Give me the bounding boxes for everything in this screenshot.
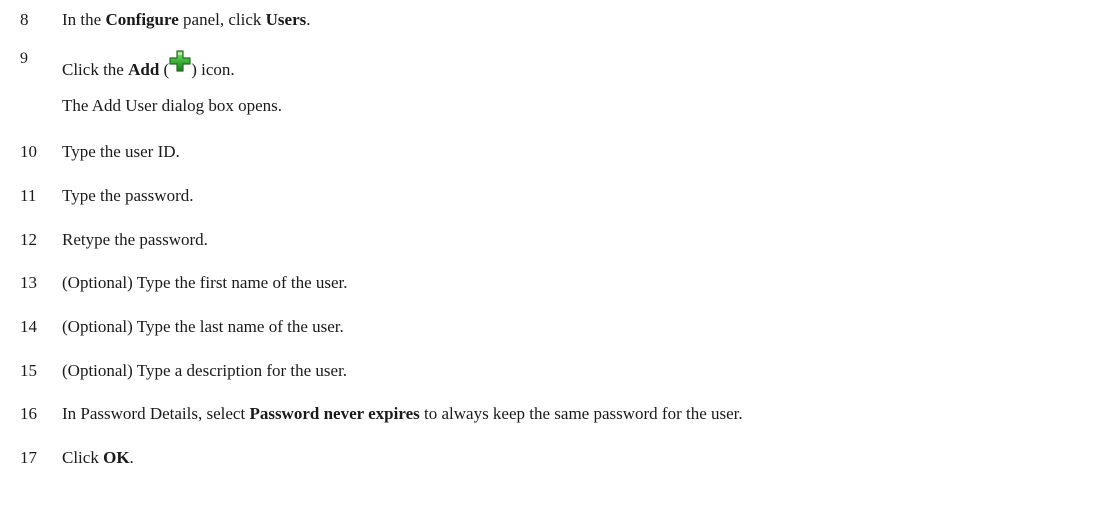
- text-segment: In the: [62, 10, 106, 29]
- step-13: 13 (Optional) Type the first name of the…: [0, 271, 1118, 295]
- text-segment: In Password Details, select: [62, 404, 250, 423]
- step-number: 8: [20, 10, 29, 29]
- step-number: 10: [20, 142, 37, 161]
- step-number: 14: [20, 317, 37, 336]
- add-plus-icon: [169, 50, 191, 72]
- step-number: 9: [20, 50, 28, 67]
- step-16: 16 In Password Details, select Password …: [0, 402, 1118, 426]
- ui-term-add: Add: [128, 60, 160, 79]
- step-10: 10 Type the user ID.: [0, 140, 1118, 164]
- step-9-result: The Add User dialog box opens.: [62, 96, 283, 115]
- text-segment: .: [129, 448, 134, 467]
- step-number: 17: [20, 448, 37, 467]
- step-text: Type the password.: [62, 186, 194, 205]
- step-number: 16: [20, 404, 37, 423]
- ui-term-password-never-expires: Password never expires: [249, 404, 420, 423]
- step-text: Click the Add ( ) icon.: [62, 50, 235, 82]
- text-segment: Click the: [62, 60, 129, 79]
- text-segment: Click: [62, 448, 104, 467]
- step-text: Retype the password.: [62, 230, 208, 249]
- step-number: 13: [20, 273, 37, 292]
- text-segment: (: [159, 60, 170, 79]
- step-text: In the Configure panel, click Users.: [62, 8, 311, 32]
- step-text: (Optional) Type the first name of the us…: [62, 273, 348, 292]
- step-12: 12 Retype the password.: [0, 228, 1118, 252]
- procedure-steps: 8 In the Configure panel, click Users. 9…: [0, 0, 1118, 518]
- step-15: 15 (Optional) Type a description for the…: [0, 359, 1118, 383]
- step-text: Click OK.: [62, 446, 134, 470]
- step-text: Type the user ID.: [62, 142, 180, 161]
- text-segment: .: [306, 10, 311, 29]
- step-text: (Optional) Type a description for the us…: [62, 361, 348, 380]
- step-number: 15: [20, 361, 37, 380]
- step-text: In Password Details, select Password nev…: [62, 402, 743, 426]
- text-segment: to always keep the same password for the…: [419, 404, 743, 423]
- ui-term-ok: OK: [103, 448, 130, 467]
- step-text: (Optional) Type the last name of the use…: [62, 317, 344, 336]
- ui-term-users: Users: [265, 10, 307, 29]
- step-11: 11 Type the password.: [0, 184, 1118, 208]
- step-17: 17 Click OK.: [0, 446, 1118, 470]
- ui-term-configure: Configure: [105, 10, 179, 29]
- step-14: 14 (Optional) Type the last name of the …: [0, 315, 1118, 339]
- step-8: 8 In the Configure panel, click Users.: [0, 8, 1118, 32]
- text-segment: ) icon.: [191, 60, 235, 79]
- step-number: 11: [20, 186, 37, 205]
- text-segment: panel, click: [178, 10, 266, 29]
- step-number: 12: [20, 230, 37, 249]
- step-9: 9 Click the Add ( ) icon.: [0, 50, 1118, 82]
